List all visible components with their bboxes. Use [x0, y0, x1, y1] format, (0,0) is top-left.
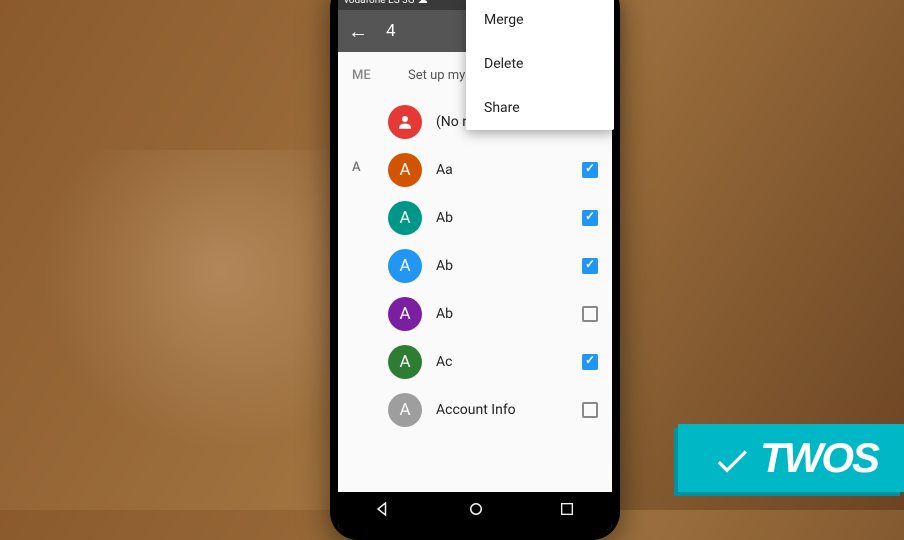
- nav-home-icon[interactable]: [467, 500, 485, 522]
- contact-row[interactable]: A Ab: [338, 290, 612, 338]
- checkbox[interactable]: [582, 210, 598, 226]
- selection-count: 4: [386, 21, 396, 41]
- phone-screen: vodafone ES 3G ☁ ⏰ 📶 85% ▮ 13:48 ← 4 ME …: [338, 0, 612, 530]
- me-label: ME: [352, 68, 378, 83]
- checkbox[interactable]: [582, 162, 598, 178]
- avatar-letter: A: [388, 345, 422, 379]
- contact-name: Ab: [436, 210, 582, 226]
- contact-name: Account Info: [436, 402, 582, 418]
- avatar-letter: A: [388, 297, 422, 331]
- back-icon[interactable]: ←: [348, 19, 368, 44]
- menu-item-delete[interactable]: Delete: [466, 42, 612, 86]
- badge-text: TWOS: [760, 434, 878, 481]
- nav-back-icon[interactable]: [375, 500, 393, 522]
- android-navbar: [338, 492, 612, 530]
- avatar-letter: A: [388, 153, 422, 187]
- contact-list[interactable]: (No name) A A Aa A Ab A Ab A Ab: [338, 98, 612, 492]
- twos-badge: TWOS: [678, 424, 904, 492]
- overflow-menu: Merge Delete Share: [466, 0, 612, 130]
- contact-name: Ab: [436, 258, 582, 274]
- checkbox[interactable]: [582, 354, 598, 370]
- contact-row[interactable]: A Account Info: [338, 386, 612, 434]
- setup-profile-text: Set up my: [408, 68, 465, 83]
- hand-shadow: [40, 150, 340, 450]
- contact-name: Ab: [436, 306, 582, 322]
- contact-name: Ac: [436, 354, 582, 370]
- contact-name: Aa: [436, 162, 582, 178]
- nav-recents-icon[interactable]: [559, 501, 575, 521]
- checkbox[interactable]: [582, 258, 598, 274]
- carrier-text: vodafone ES 3G: [344, 0, 415, 6]
- contact-row[interactable]: A Ab: [338, 242, 612, 290]
- phone-frame: vodafone ES 3G ☁ ⏰ 📶 85% ▮ 13:48 ← 4 ME …: [330, 0, 620, 540]
- cloud-icon: ☁: [418, 0, 428, 6]
- menu-item-merge[interactable]: Merge: [466, 0, 612, 42]
- avatar-letter: A: [388, 393, 422, 427]
- avatar-person-icon: [388, 105, 422, 139]
- contact-row[interactable]: A Ac: [338, 338, 612, 386]
- avatar-letter: A: [388, 249, 422, 283]
- section-letter: A: [352, 160, 361, 175]
- contact-row[interactable]: A A Aa: [338, 146, 612, 194]
- checkbox[interactable]: [582, 402, 598, 418]
- contact-row[interactable]: A Ab: [338, 194, 612, 242]
- checkbox[interactable]: [582, 306, 598, 322]
- menu-item-share[interactable]: Share: [466, 86, 612, 130]
- check-icon: [712, 441, 752, 481]
- avatar-letter: A: [388, 201, 422, 235]
